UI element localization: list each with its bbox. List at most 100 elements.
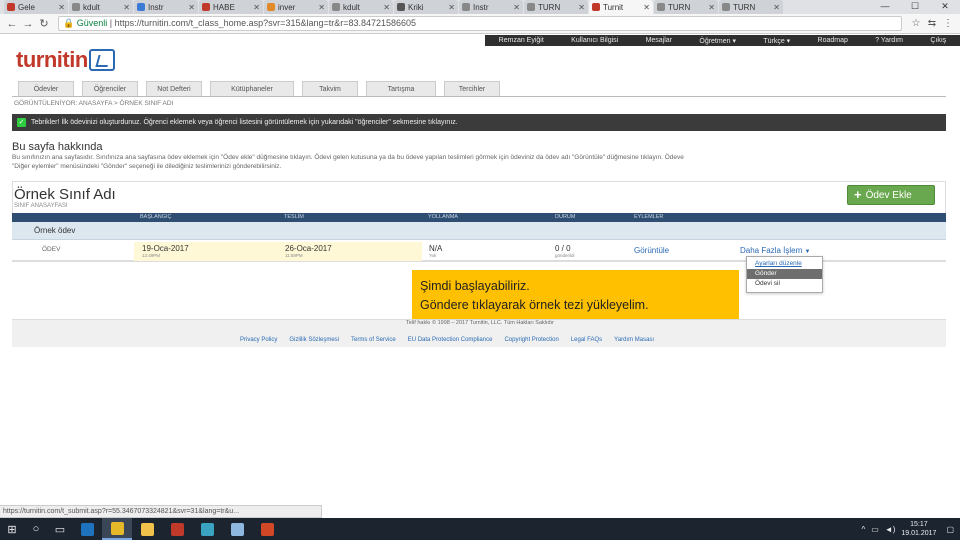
secure-label: Güvenli: [76, 18, 108, 28]
view-link[interactable]: Görüntüle: [634, 246, 669, 255]
topnav-item[interactable]: Öğretmen ▾: [699, 37, 736, 45]
tab-5[interactable]: Tartışma: [366, 81, 436, 96]
footer-link[interactable]: Copyright Protection: [504, 337, 558, 343]
tab-3[interactable]: Kütüphaneler: [210, 81, 294, 96]
topnav-item[interactable]: Mesajlar: [646, 37, 672, 44]
browser-tab[interactable]: HABE ✕: [199, 0, 263, 14]
footer-link[interactable]: EU Data Protection Compliance: [408, 337, 493, 343]
close-tab-icon[interactable]: ✕: [513, 3, 520, 12]
topnav-item[interactable]: ? Yardım: [875, 37, 903, 44]
header-actions: EYLEMLER: [634, 214, 664, 220]
status-bar-url: https://turnitin.com/t_submit.asp?r=55.3…: [0, 505, 322, 518]
app-icon[interactable]: [192, 518, 222, 540]
box-app-icon[interactable]: [222, 518, 252, 540]
browser-tab[interactable]: TURN ✕: [719, 0, 783, 14]
topnav-item[interactable]: Roadmap: [818, 37, 848, 44]
close-tab-icon[interactable]: ✕: [188, 3, 195, 12]
app-glyph-icon: [200, 522, 214, 536]
tab-label: Kriki: [408, 2, 424, 12]
tab-label: Instr: [148, 2, 164, 12]
tab-favicon-icon: [592, 3, 600, 11]
forward-icon[interactable]: →: [20, 18, 36, 30]
tab-6[interactable]: Tercihler: [444, 81, 500, 96]
volume-icon[interactable]: ◄): [885, 525, 896, 534]
close-tab-icon[interactable]: ✕: [123, 3, 130, 12]
close-tab-icon[interactable]: ✕: [383, 3, 390, 12]
maximize-button[interactable]: ☐: [900, 0, 930, 14]
browser-tab[interactable]: TURN ✕: [654, 0, 718, 14]
star-icon[interactable]: ☆: [908, 18, 924, 29]
about-line-1: Bu sınıfınızın ana sayfasıdır. Sınıfınız…: [12, 154, 684, 161]
topnav-item[interactable]: Çıkış: [930, 37, 946, 44]
close-tab-icon[interactable]: ✕: [253, 3, 260, 12]
close-tab-icon[interactable]: ✕: [773, 3, 780, 12]
tab-1[interactable]: Öğrenciler: [82, 81, 138, 96]
tab-0[interactable]: Ödevler: [18, 81, 74, 96]
logo-text: turnitin: [16, 47, 88, 72]
address-bar: ← → ↻ 🔒 Güvenli | https://turnitin.com/t…: [0, 14, 960, 34]
filezilla-app-icon[interactable]: [162, 518, 192, 540]
browser-tab[interactable]: inver ✕: [264, 0, 328, 14]
browser-tab[interactable]: Kriki ✕: [394, 0, 458, 14]
clock[interactable]: 15:17 19.01.2017: [901, 520, 936, 538]
network-icon[interactable]: ▭: [871, 525, 879, 534]
url-input[interactable]: 🔒 Güvenli | https://turnitin.com/t_class…: [58, 16, 902, 31]
browser-tab[interactable]: kdult ✕: [329, 0, 393, 14]
menu-item-submit[interactable]: Gönder: [747, 269, 822, 279]
close-tab-icon[interactable]: ✕: [578, 3, 585, 12]
add-assignment-button[interactable]: + Ödev Ekle: [847, 185, 935, 205]
about-text: Bu sınıfınızın ana sayfasıdır. Sınıfınız…: [12, 153, 942, 171]
extension-icon[interactable]: ⇆: [924, 18, 940, 29]
close-tab-icon[interactable]: ✕: [318, 3, 325, 12]
menu-item-delete[interactable]: Ödevi sil: [747, 279, 822, 289]
close-tab-icon[interactable]: ✕: [643, 3, 650, 12]
topnav-item[interactable]: Türkçe ▾: [763, 37, 790, 45]
row-type: ÖDEV: [42, 246, 61, 253]
footer-link[interactable]: Privacy Policy: [240, 337, 277, 343]
tab-favicon-icon: [657, 3, 665, 11]
browser-tab[interactable]: Turnit ✕: [589, 0, 653, 14]
windows-start-icon[interactable]: ⊞: [0, 518, 24, 540]
add-assignment-label: Ödev Ekle: [865, 189, 912, 201]
tab-label: kdult: [343, 2, 360, 12]
close-tab-icon[interactable]: ✕: [448, 3, 455, 12]
menu-item-edit-settings[interactable]: Ayarları düzenle: [747, 259, 822, 269]
notifications-icon[interactable]: ▢: [946, 525, 954, 534]
table-header: BAŞLANGIÇ TESLİM YOLLANMA DURUM EYLEMLER: [12, 213, 946, 222]
footer-link[interactable]: Terms of Service: [351, 337, 396, 343]
powerpoint-app-icon[interactable]: [252, 518, 282, 540]
topnav-item[interactable]: Remzan Eyiğit: [499, 37, 544, 44]
browser-tab[interactable]: Instr ✕: [134, 0, 198, 14]
turnitin-logo[interactable]: turnitin: [16, 46, 115, 74]
tab-favicon-icon: [7, 3, 15, 11]
system-tray: ^ ▭ ◄) 15:17 19.01.2017 ▢: [861, 518, 960, 540]
browser-tab[interactable]: Gele ✕: [4, 0, 68, 14]
group-title: Örnek ödev: [34, 226, 76, 235]
back-icon[interactable]: ←: [4, 18, 20, 30]
browser-tab[interactable]: kdult ✕: [69, 0, 133, 14]
footer-link[interactable]: Legal FAQs: [571, 337, 602, 343]
browser-tab[interactable]: TURN ✕: [524, 0, 588, 14]
search-icon[interactable]: ○: [24, 518, 48, 540]
footer-link[interactable]: Yardım Masası: [614, 337, 654, 343]
browser-tab[interactable]: Instr ✕: [459, 0, 523, 14]
user-top-nav: Remzan Eyiğit Kullanıcı Bilgisi Mesajlar Öğ…: [485, 35, 960, 46]
ie-app-icon[interactable]: [72, 518, 102, 540]
close-window-button[interactable]: ✕: [930, 0, 960, 14]
menu-icon[interactable]: ⋮: [940, 18, 956, 29]
more-actions-dropdown[interactable]: Daha Fazla İşlem ▼: [740, 246, 810, 255]
close-tab-icon[interactable]: ✕: [708, 3, 715, 12]
tab-4[interactable]: Takvim: [302, 81, 358, 96]
tab-2[interactable]: Not Defteri: [146, 81, 202, 96]
topnav-item[interactable]: Kullanıcı Bilgisi: [571, 37, 618, 44]
close-tab-icon[interactable]: ✕: [58, 3, 65, 12]
tray-arrow-icon[interactable]: ^: [861, 525, 865, 534]
chrome-app-icon[interactable]: [102, 518, 132, 540]
explorer-app-icon[interactable]: [132, 518, 162, 540]
header-post: YOLLANMA: [428, 214, 458, 220]
footer-link[interactable]: Gizlilik Sözleşmesi: [289, 337, 339, 343]
reload-icon[interactable]: ↻: [36, 17, 52, 30]
minimize-button[interactable]: —: [870, 0, 900, 14]
tab-label: Gele: [18, 2, 35, 12]
task-view-icon[interactable]: ▭: [48, 518, 72, 540]
